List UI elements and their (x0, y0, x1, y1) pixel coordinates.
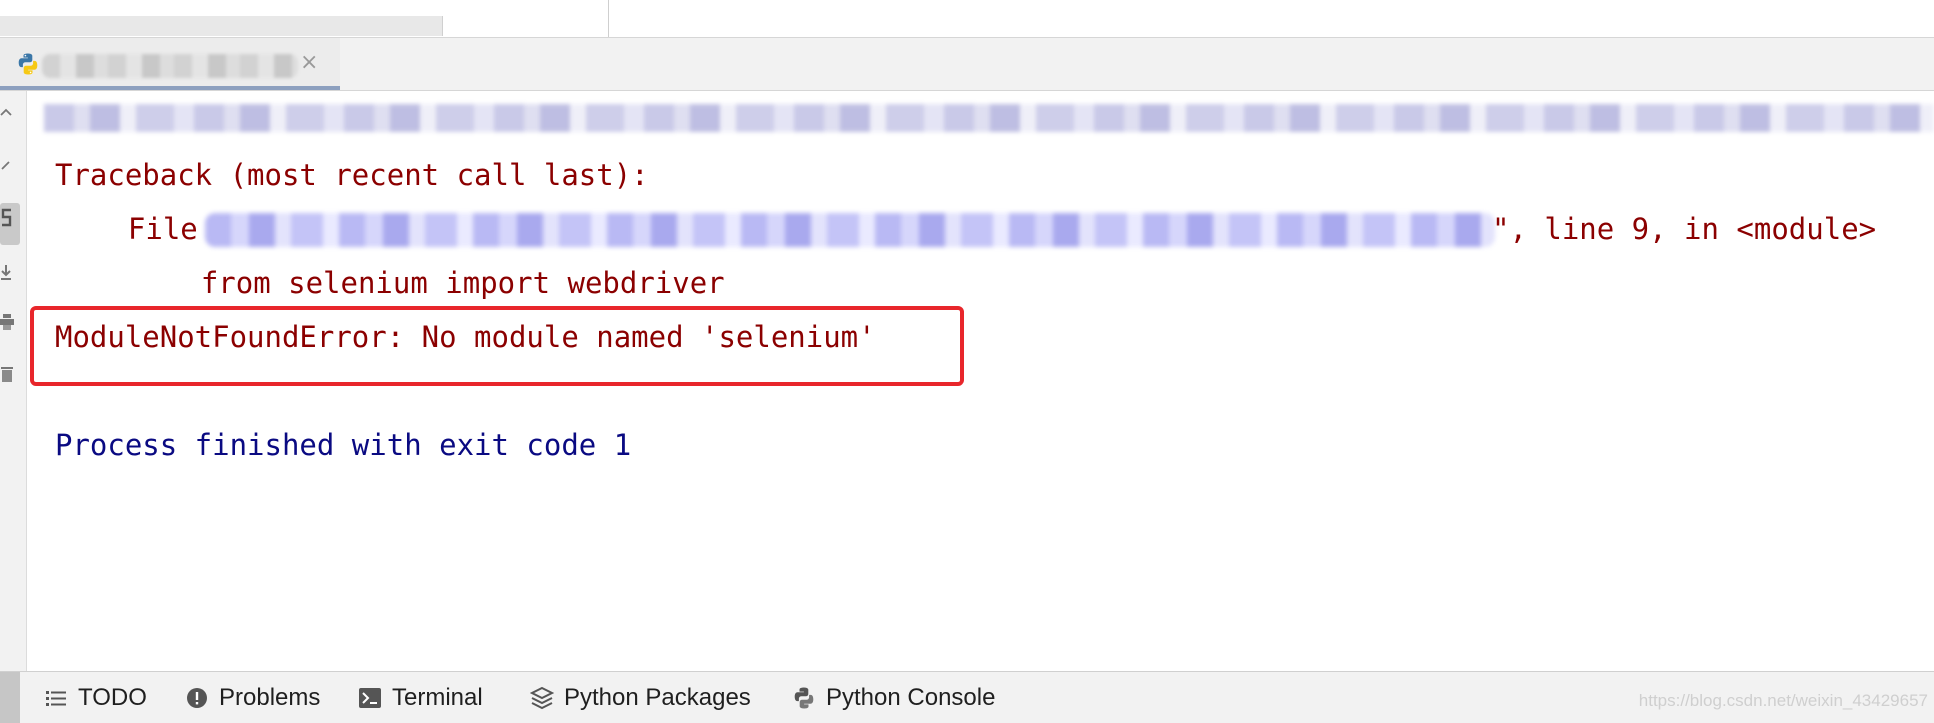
python-packages-label: Python Packages (564, 684, 751, 711)
editor-scrollbar-area[interactable] (0, 16, 443, 36)
python-console-icon (792, 686, 816, 710)
run-toolbar (0, 91, 27, 671)
list-icon (44, 686, 68, 710)
layers-icon (530, 686, 554, 710)
traceback-file-suffix: ", line 9, in <module> (1492, 212, 1877, 246)
terminal-tool-button[interactable]: Terminal (358, 680, 483, 716)
rerun-icon[interactable] (0, 203, 20, 245)
python-icon (16, 52, 40, 76)
python-packages-tool-button[interactable]: Python Packages (530, 680, 751, 716)
traceback-header: Traceback (most recent call last): (55, 158, 649, 192)
python-console-label: Python Console (826, 684, 996, 711)
watermark-text: https://blog.csdn.net/weixin_43429657 (1638, 691, 1928, 710)
run-tab[interactable]: × (0, 38, 340, 90)
ide-window: × Traceback (most recent call last): Fil… (0, 0, 1934, 723)
print-icon[interactable] (0, 313, 14, 331)
command-line-redacted (44, 104, 1934, 132)
file-path-link-redacted[interactable] (205, 213, 1495, 247)
trash-icon[interactable] (0, 365, 14, 383)
editor-top-strip (0, 0, 1934, 38)
warning-circle-icon (185, 686, 209, 710)
terminal-label: Terminal (392, 684, 483, 711)
python-console-tool-button[interactable]: Python Console (792, 680, 995, 716)
problems-label: Problems (219, 684, 321, 711)
up-arrow-icon[interactable] (0, 105, 14, 123)
error-message: ModuleNotFoundError: No module named 'se… (55, 320, 876, 354)
run-tab-bar: × (0, 38, 1934, 91)
todo-label: TODO (78, 684, 147, 711)
panel-divider (608, 0, 609, 37)
tab-title-redacted (42, 54, 298, 78)
problems-tool-button[interactable]: Problems (185, 680, 320, 716)
tool-window-stripe[interactable] (0, 672, 20, 723)
terminal-icon (358, 686, 382, 710)
process-exit-message: Process finished with exit code 1 (55, 428, 632, 462)
traceback-source-line: from selenium import webdriver (131, 266, 725, 300)
scroll-to-end-icon[interactable] (0, 263, 14, 281)
close-icon[interactable]: × (300, 51, 318, 75)
todo-tool-button[interactable]: TODO (44, 680, 147, 716)
soft-wrap-icon[interactable] (0, 157, 14, 175)
